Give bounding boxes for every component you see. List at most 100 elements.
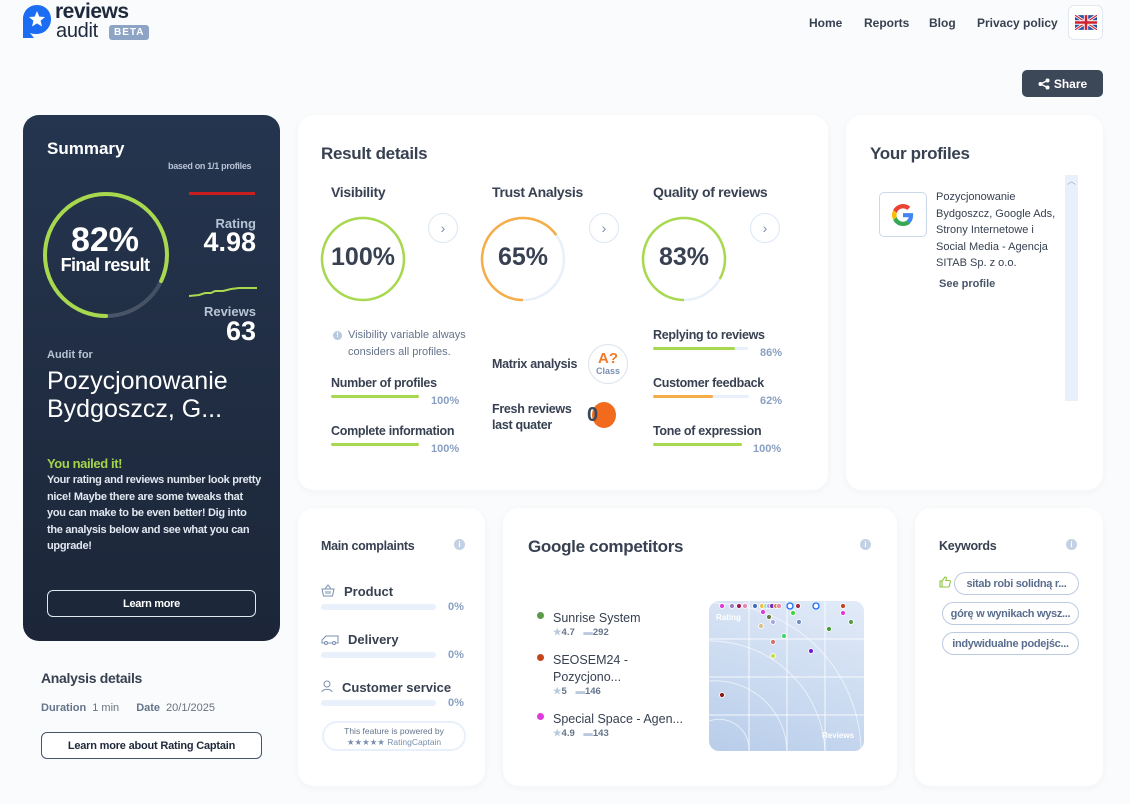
share-button[interactable]: Share — [1022, 70, 1103, 97]
analysis-meta: Duration 1 min Date 20/1/2025 — [41, 702, 215, 714]
keyword-chip[interactable]: górę w wynikach wysz... — [942, 602, 1079, 625]
nav-reports[interactable]: Reports — [864, 16, 909, 30]
competitor-rating: 5 — [561, 686, 567, 697]
competitor-scatter-chart[interactable]: Rating Reviews — [709, 601, 864, 751]
info-icon: ! — [333, 331, 342, 340]
scroll-up-icon[interactable]: ︿ — [1065, 175, 1078, 187]
see-profile-link[interactable]: See profile — [939, 278, 995, 290]
person-icon — [321, 680, 333, 693]
scatter-point[interactable] — [781, 633, 787, 639]
complaint-pct: 0% — [448, 697, 464, 709]
date-value: 20/1/2025 — [166, 702, 215, 714]
matrix-class-label: Class — [595, 366, 621, 376]
summary-title: Summary — [47, 139, 125, 158]
visibility-value: 100% — [331, 243, 395, 271]
star-icon: ★ — [553, 728, 562, 739]
metric-complete-information: Complete information 100% — [331, 424, 459, 455]
learn-more-rating-captain-button[interactable]: Learn more about Rating Captain — [41, 732, 262, 759]
scatter-point[interactable] — [766, 614, 772, 620]
nav-privacy-policy[interactable]: Privacy policy — [977, 16, 1058, 30]
profile-name: Pozycjonowanie Bydgoszcz, Google Ads, St… — [936, 191, 1056, 270]
complaint-pct: 0% — [448, 649, 464, 661]
scatter-axis-y-label: Rating — [716, 613, 741, 622]
scatter-point[interactable] — [770, 619, 776, 625]
date-label: Date — [136, 702, 161, 714]
comment-icon: ▬ — [583, 728, 593, 739]
nav-home[interactable]: Home — [809, 16, 842, 30]
powered-by-text: This feature is powered by — [344, 726, 444, 736]
scatter-point[interactable] — [795, 603, 801, 609]
scatter-point[interactable] — [752, 603, 758, 609]
scatter-point[interactable] — [840, 610, 846, 616]
fresh-reviews-indicator: 0 — [586, 402, 616, 428]
competitor-item[interactable]: Special Space - Agen... ★4.9 ▬143 — [537, 711, 697, 739]
trust-details-button[interactable]: › — [589, 213, 619, 243]
visibility-note: Visibility variable always considers all… — [348, 329, 466, 358]
scatter-point[interactable] — [760, 609, 766, 615]
language-selector[interactable] — [1068, 5, 1103, 40]
chevron-right-icon: › — [601, 220, 607, 236]
scatter-point[interactable] — [826, 626, 832, 632]
scatter-point[interactable] — [840, 603, 846, 609]
uk-flag-icon — [1074, 15, 1097, 30]
matrix-analysis-label: Matrix analysis — [492, 357, 578, 371]
profiles-scrollbar[interactable]: ︿ — [1065, 175, 1078, 401]
scatter-point[interactable] — [770, 653, 776, 659]
scatter-point[interactable] — [812, 602, 820, 610]
scatter-point[interactable] — [742, 603, 748, 609]
audit-for-label: Audit for — [47, 349, 93, 361]
metric-label: Tone of expression — [653, 424, 762, 438]
scatter-point[interactable] — [719, 692, 725, 698]
visibility-title: Visibility — [331, 184, 386, 200]
scatter-point[interactable] — [770, 639, 776, 645]
trust-analysis-title: Trust Analysis — [492, 184, 583, 200]
visibility-details-button[interactable]: › — [428, 213, 458, 243]
verdict-title: You nailed it! — [47, 456, 123, 471]
metric-bar-fill — [653, 347, 735, 350]
complaint-bar — [321, 700, 436, 706]
quality-details-button[interactable]: › — [750, 213, 780, 243]
metric-bar-fill — [653, 395, 713, 398]
nav-blog[interactable]: Blog — [929, 16, 956, 30]
keyword-chip[interactable]: indywidualne podejśc... — [942, 632, 1079, 655]
scatter-point[interactable] — [848, 619, 854, 625]
metric-label: Replying to reviews — [653, 328, 765, 342]
reviews-value: 63 — [225, 316, 256, 346]
star-icon: ★ — [553, 686, 562, 697]
metric-replying-to-reviews: Replying to reviews 86% — [653, 328, 782, 359]
your-profiles-card: Your profiles Pozycjonowanie Bydgoszcz, … — [846, 115, 1103, 490]
powered-by-badge[interactable]: This feature is powered by ★★★★★ RatingC… — [322, 721, 466, 751]
scatter-point[interactable] — [790, 610, 796, 616]
metric-bar — [331, 443, 419, 446]
beta-badge: BETA — [109, 25, 150, 40]
info-icon[interactable]: i — [1066, 539, 1077, 550]
logo-text-bottom: audit — [56, 20, 98, 42]
logo[interactable]: reviews audit BETA — [22, 0, 152, 44]
complaint-bar — [321, 604, 436, 610]
scatter-point[interactable] — [776, 603, 782, 609]
competitor-item[interactable]: Sunrise System ★4.7 ▬292 — [537, 610, 697, 638]
scatter-point[interactable] — [719, 603, 725, 609]
scatter-point[interactable] — [736, 603, 742, 609]
learn-more-button[interactable]: Learn more — [47, 590, 256, 617]
scatter-point[interactable] — [786, 602, 794, 610]
fresh-reviews-label: Fresh reviews last quater — [492, 402, 572, 432]
metric-pct: 86% — [760, 347, 783, 359]
scatter-point[interactable] — [729, 603, 735, 609]
summary-panel: Summary based on 1/1 profiles 82% Final … — [23, 115, 280, 641]
info-icon[interactable]: i — [860, 539, 871, 550]
scatter-svg: Rating Reviews — [709, 601, 864, 751]
scatter-point[interactable] — [758, 623, 764, 629]
keyword-chip[interactable]: sitab robi solidną r... — [954, 572, 1079, 595]
quality-title: Quality of reviews — [653, 184, 768, 200]
info-icon[interactable]: i — [454, 539, 465, 550]
keywords-title: Keywords — [939, 539, 997, 553]
scatter-point[interactable] — [796, 619, 802, 625]
metric-customer-feedback: Customer feedback 62% — [653, 376, 782, 407]
competitor-item[interactable]: SEOSEM24 - Pozycjono... ★5 ▬146 — [537, 652, 697, 697]
basket-icon — [321, 584, 335, 597]
competitor-name: SEOSEM24 - Pozycjono... — [553, 653, 629, 684]
chevron-right-icon: › — [762, 220, 768, 236]
scatter-point[interactable] — [808, 648, 814, 654]
profile-platform-logo[interactable] — [879, 192, 927, 237]
